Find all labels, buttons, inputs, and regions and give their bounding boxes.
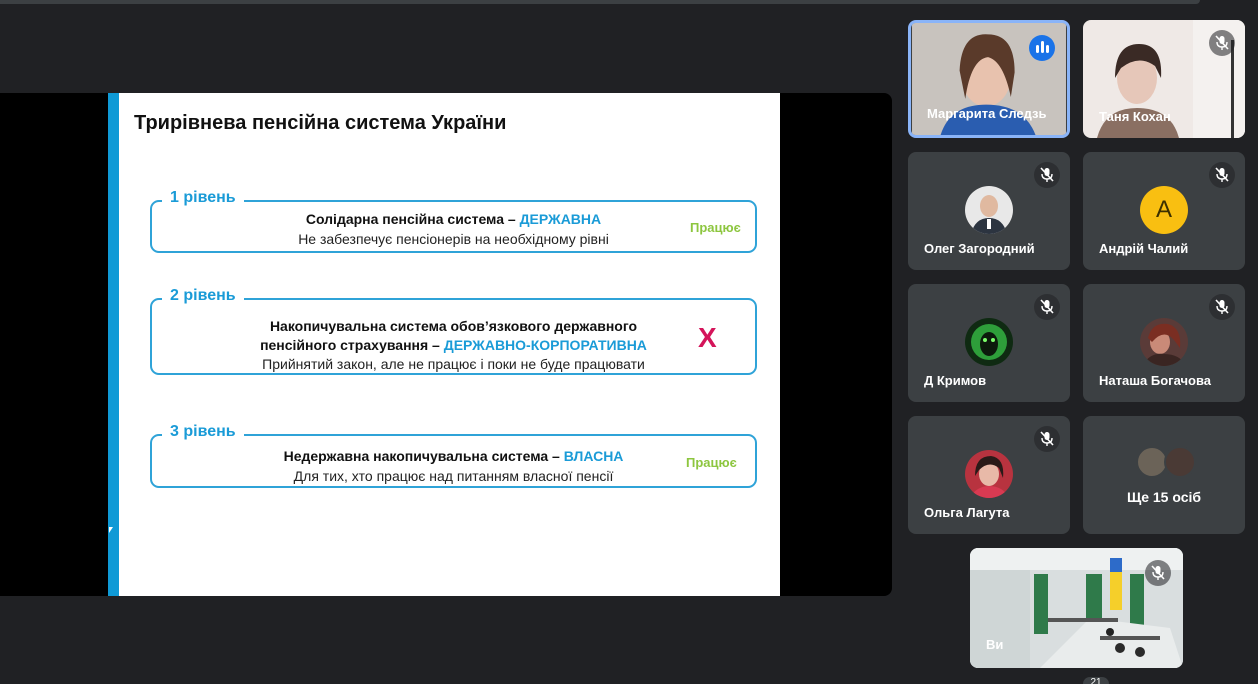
level-3-status: Працює [686, 455, 737, 470]
level-3-sub: Для тих, хто працює над питанням власної… [293, 468, 614, 484]
mic-off-icon [1209, 30, 1235, 56]
participant-tile-d-krymov[interactable]: Д Кримов [908, 284, 1070, 402]
participant-name: Наташа Богачова [1099, 373, 1212, 388]
presentation-slide: Трирівнева пенсійна система України 1 рі… [108, 93, 780, 596]
avatar [965, 186, 1013, 234]
top-bar [0, 0, 1200, 4]
more-participants-label: Ще 15 осіб [1126, 489, 1202, 505]
level-1-main: Солідарна пенсійна система – ДЕРЖАВНА [152, 210, 755, 228]
avatar [1140, 318, 1188, 366]
participant-name: Д Кримов [924, 373, 987, 388]
more-participants-avatars [1136, 446, 1196, 480]
level-2-main-line1: Накопичувальна система обов’язкового дер… [152, 317, 755, 335]
participant-tile-olga[interactable]: Ольга Лагута [908, 416, 1070, 534]
avatar: A [1140, 186, 1188, 234]
speaking-indicator-icon [1029, 35, 1055, 61]
more-participants-tile[interactable]: Ще 15 осіб [1083, 416, 1245, 534]
participant-tile-andriy[interactable]: A Андрій Чалий [1083, 152, 1245, 270]
slide-title: Трирівнева пенсійна система України [134, 112, 507, 134]
level-2-label: 2 рівень [162, 287, 244, 305]
level-2-main-line2: пенсійного страхування – ДЕРЖАВНО-КОРПОР… [152, 336, 755, 354]
mic-off-icon [1209, 294, 1235, 320]
avatar [965, 318, 1013, 366]
level-3-main-text: Недержавна накопичувальна система – [283, 448, 564, 464]
participant-tile-natasha[interactable]: Наташа Богачова [1083, 284, 1245, 402]
mic-off-icon [1034, 162, 1060, 188]
self-name: Ви [986, 637, 1004, 652]
mic-off-icon [1145, 560, 1171, 586]
mic-off-icon [1034, 426, 1060, 452]
participant-name: Маргарита Следзь [927, 106, 1047, 121]
level-2-box: 2 рівень Накопичувальна система обов’язк… [150, 287, 757, 375]
presentation-stage[interactable]: Трирівнева пенсійна система України 1 рі… [0, 93, 892, 596]
level-3-box: 3 рівень Недержавна накопичувальна систе… [150, 423, 757, 488]
participant-tile-oleg[interactable]: Олег Загородний [908, 152, 1070, 270]
mic-off-icon [1209, 162, 1235, 188]
participant-count-badge[interactable]: 21 [1083, 677, 1109, 684]
level-1-accent: ДЕРЖАВНА [519, 211, 602, 227]
mic-off-icon [1034, 294, 1060, 320]
level-2-main-line2-text: пенсійного страхування – [260, 337, 444, 353]
participant-tile-tanya[interactable]: Таня Кохан [1083, 20, 1245, 138]
participant-name: Андрій Чалий [1099, 241, 1189, 256]
participant-name: Таня Кохан [1099, 109, 1171, 124]
level-1-box: 1 рівень Солідарна пенсійна система – ДЕ… [150, 189, 757, 253]
level-1-main-text: Солідарна пенсійна система – [305, 211, 520, 227]
level-3-accent: ВЛАСНА [563, 448, 624, 464]
slide-accent-bar [108, 93, 119, 596]
level-3-label: 3 рівень [162, 423, 244, 441]
level-1-label: 1 рівень [162, 189, 244, 207]
level-2-main-line1-text: Накопичувальна система обов’язкового дер… [269, 318, 638, 334]
level-2-accent: ДЕРЖАВНО-КОРПОРАТИВНА [443, 337, 647, 353]
level-2-status: X [698, 322, 717, 353]
level-3-main: Недержавна накопичувальна система – ВЛАС… [152, 447, 755, 465]
level-1-sub: Не забезпечує пенсіонерів на необхідному… [298, 231, 609, 247]
participant-name: Ольга Лагута [924, 505, 1010, 520]
participant-tile-margarita[interactable]: Маргарита Следзь [908, 20, 1070, 138]
self-view-tile[interactable]: Ви [970, 548, 1183, 668]
avatar [965, 450, 1013, 498]
level-2-sub: Прийнятий закон, але не працює і поки не… [262, 356, 645, 372]
mouse-cursor-icon [109, 527, 113, 533]
level-1-status: Працює [690, 220, 741, 235]
participant-name: Олег Загородний [924, 241, 1035, 256]
avatar [1164, 446, 1196, 478]
